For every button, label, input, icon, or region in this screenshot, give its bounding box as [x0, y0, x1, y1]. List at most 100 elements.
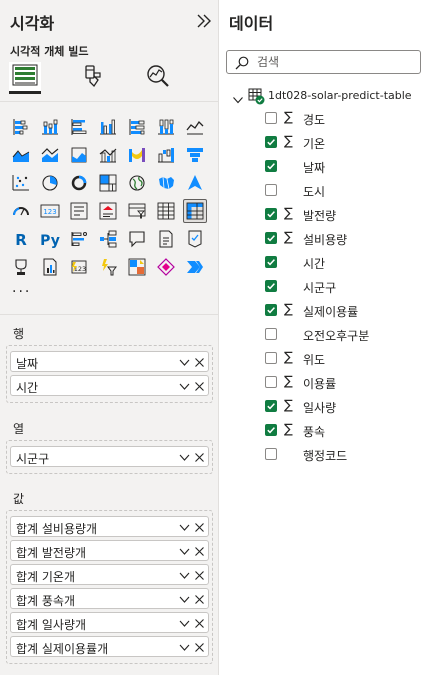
arrow-visual-icon[interactable]: [154, 255, 178, 279]
checkbox-checked[interactable]: [265, 304, 277, 316]
remove-icon[interactable]: [194, 381, 205, 392]
card-icon[interactable]: 123: [38, 199, 62, 223]
table-icon[interactable]: [154, 199, 178, 223]
stacked-column-chart-icon[interactable]: [38, 115, 62, 139]
pie-chart-icon[interactable]: [38, 171, 62, 195]
field-row[interactable]: 도시: [264, 179, 424, 203]
collapse-pane-icon[interactable]: [195, 12, 213, 30]
field-row[interactable]: ∑ 이용률: [264, 371, 424, 395]
chevron-down-icon[interactable]: [179, 642, 190, 653]
chevron-down-icon[interactable]: [179, 452, 190, 463]
checkbox-checked[interactable]: [265, 208, 277, 220]
clustered-bar-chart-icon[interactable]: [67, 115, 91, 139]
checkbox-unchecked[interactable]: [265, 112, 277, 124]
checkbox-checked[interactable]: [265, 400, 277, 412]
table-node[interactable]: 1dt028-solar-predict-table: [232, 87, 422, 107]
search-input[interactable]: [257, 53, 417, 71]
rows-field-pill[interactable]: 날짜: [10, 351, 209, 372]
remove-icon[interactable]: [194, 642, 205, 653]
analytics-tab[interactable]: [142, 62, 174, 94]
key-influencers-icon[interactable]: [67, 227, 91, 251]
rows-field-pill[interactable]: 시간: [10, 375, 209, 396]
metrics-icon[interactable]: [183, 227, 207, 251]
remove-icon[interactable]: [194, 357, 205, 368]
field-row[interactable]: ∑ 위도: [264, 347, 424, 371]
treemap-icon[interactable]: [96, 171, 120, 195]
paginated-report-icon[interactable]: [154, 227, 178, 251]
scatter-chart-icon[interactable]: [9, 171, 33, 195]
chevron-down-icon[interactable]: [179, 381, 190, 392]
checkbox-checked[interactable]: [265, 136, 277, 148]
slicer-icon[interactable]: [125, 199, 149, 223]
chevron-down-icon[interactable]: [179, 618, 190, 629]
line-chart-icon[interactable]: [183, 115, 207, 139]
field-row[interactable]: 시간: [264, 251, 424, 275]
power-apps-icon[interactable]: [38, 255, 62, 279]
ribbon-chart-icon[interactable]: [125, 143, 149, 167]
field-row[interactable]: ∑ 기온: [264, 131, 424, 155]
stacked-bar-chart-icon[interactable]: [9, 115, 33, 139]
funnel-chart-icon[interactable]: [183, 143, 207, 167]
r-visual-icon[interactable]: R: [9, 227, 33, 251]
chevron-down-icon[interactable]: [179, 570, 190, 581]
columns-well[interactable]: 시군구: [6, 440, 213, 474]
donut-chart-icon[interactable]: [67, 171, 91, 195]
values-field-pill[interactable]: 합계 실제이용률개: [10, 636, 209, 657]
values-field-pill[interactable]: 합계 발전량개: [10, 540, 209, 561]
map-icon[interactable]: [125, 171, 149, 195]
checkbox-unchecked[interactable]: [265, 328, 277, 340]
chevron-down-icon[interactable]: [179, 357, 190, 368]
field-row[interactable]: 날짜: [264, 155, 424, 179]
clustered-column-chart-icon[interactable]: [96, 115, 120, 139]
more-visuals-icon[interactable]: [183, 255, 207, 279]
decomposition-tree-icon[interactable]: [96, 227, 120, 251]
field-row[interactable]: 오전오후구분: [264, 323, 424, 347]
kpi-icon[interactable]: [96, 199, 120, 223]
field-row[interactable]: ∑ 경도: [264, 107, 424, 131]
checkbox-unchecked[interactable]: [265, 352, 277, 364]
gauge-icon[interactable]: [9, 199, 33, 223]
remove-icon[interactable]: [194, 546, 205, 557]
chevron-down-icon[interactable]: [179, 522, 190, 533]
field-row[interactable]: 시군구: [264, 275, 424, 299]
100-stacked-bar-chart-icon[interactable]: [125, 115, 149, 139]
values-well[interactable]: 합계 설비용량개 합계 발전량개 합계 기온개 합계 풍속개 합계 일사량개 합…: [6, 510, 213, 664]
area-chart-icon[interactable]: [9, 143, 33, 167]
python-visual-icon[interactable]: Py: [38, 227, 62, 251]
field-row[interactable]: ∑ 설비용량: [264, 227, 424, 251]
field-row[interactable]: 행정코드: [264, 443, 424, 467]
values-field-pill[interactable]: 합계 일사량개: [10, 612, 209, 633]
waterfall-chart-icon[interactable]: [154, 143, 178, 167]
field-row[interactable]: ∑ 실제이용률: [264, 299, 424, 323]
multi-row-card-icon[interactable]: [67, 199, 91, 223]
matrix-icon[interactable]: [183, 199, 207, 223]
power-automate-icon[interactable]: 123: [67, 255, 91, 279]
checkbox-checked[interactable]: [265, 424, 277, 436]
filled-map-icon[interactable]: [154, 171, 178, 195]
card-new-icon[interactable]: [9, 255, 33, 279]
smart-narrative-icon[interactable]: [96, 255, 120, 279]
values-field-pill[interactable]: 합계 기온개: [10, 564, 209, 585]
build-visual-tab[interactable]: [9, 62, 41, 94]
values-field-pill[interactable]: 합계 설비용량개: [10, 516, 209, 537]
remove-icon[interactable]: [194, 618, 205, 629]
azure-map-icon[interactable]: [183, 171, 207, 195]
field-row[interactable]: ∑ 발전량: [264, 203, 424, 227]
line-clustered-column-chart-icon[interactable]: [96, 143, 120, 167]
checkbox-checked[interactable]: [265, 160, 277, 172]
search-box[interactable]: [226, 50, 421, 74]
rows-well[interactable]: 날짜 시간: [6, 345, 213, 403]
remove-icon[interactable]: [194, 522, 205, 533]
remove-icon[interactable]: [194, 452, 205, 463]
checkbox-checked[interactable]: [265, 232, 277, 244]
checkbox-checked[interactable]: [265, 280, 277, 292]
line-stacked-column-chart-icon[interactable]: [67, 143, 91, 167]
checkbox-unchecked[interactable]: [265, 184, 277, 196]
values-field-pill[interactable]: 합계 풍속개: [10, 588, 209, 609]
qa-icon[interactable]: [125, 227, 149, 251]
multi-field-icon[interactable]: [125, 255, 149, 279]
chevron-down-icon[interactable]: [232, 91, 244, 104]
columns-field-pill[interactable]: 시군구: [10, 446, 209, 467]
chevron-down-icon[interactable]: [179, 546, 190, 557]
remove-icon[interactable]: [194, 570, 205, 581]
